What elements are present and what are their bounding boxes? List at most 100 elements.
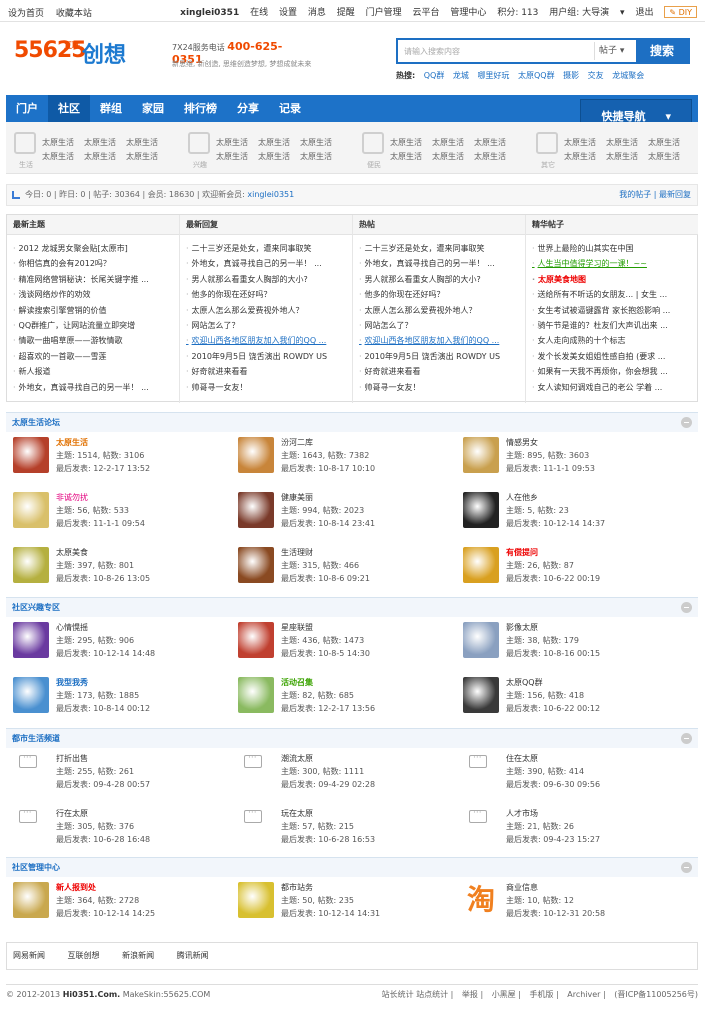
forum-last-post[interactable]: 最后发表: 10-6-22 00:19	[506, 573, 600, 585]
post-link[interactable]: 欢迎山西各地区朋友加入我们的QQ ...	[359, 333, 525, 348]
forum-last-post[interactable]: 最后发表: 10-6-22 00:12	[506, 703, 600, 715]
forum-item[interactable]: 太原QQ群 主题: 156, 帖数: 418 最后发表: 10-6-22 00:12	[463, 677, 683, 723]
post-link[interactable]: 太原人怎么那么爱费视外地人？	[186, 303, 352, 318]
forum-name[interactable]: 健康美丽	[281, 492, 313, 504]
post-link[interactable]: 情歌一曲唱草原——游牧情歌	[13, 333, 179, 348]
forum-name[interactable]: 商业信息	[506, 882, 538, 894]
forum-item[interactable]: 新人报到处 主题: 364, 帖数: 2728 最后发表: 10-12-14 14:…	[13, 882, 233, 928]
cloud-platform-link[interactable]: 云平台	[413, 8, 440, 18]
section-title[interactable]: 都市生活频道	[12, 734, 60, 743]
subnav-link[interactable]: 太原生活	[432, 136, 472, 150]
post-link[interactable]: 2010年9月5日 饶舌演出 ROWDY US	[359, 349, 525, 364]
credits-link[interactable]: 积分: 113	[497, 8, 538, 18]
forum-last-post[interactable]: 最后发表: 10-8-14 23:41	[281, 518, 375, 530]
subnav-link[interactable]: 太原生活	[606, 136, 646, 150]
subnav-link[interactable]: 太原生活	[474, 150, 514, 164]
forum-name[interactable]: 新人报到处	[56, 882, 96, 894]
collapse-icon[interactable]	[681, 862, 692, 873]
forum-name[interactable]: 行在太原	[56, 808, 88, 820]
hot-item[interactable]: 龙城	[453, 71, 469, 80]
footer-link[interactable]: (晋ICP备11005256号)	[614, 990, 698, 999]
footer-link[interactable]: Archiver	[567, 990, 600, 999]
forum-thumbnail[interactable]	[238, 882, 274, 918]
nav-groups[interactable]: 群组	[90, 95, 132, 122]
bookmark-link[interactable]: 收藏本站	[56, 9, 92, 19]
forum-last-post[interactable]: 最后发表: 10-6-28 16:53	[281, 834, 375, 846]
friend-link[interactable]: 新浪新闻	[122, 951, 154, 960]
subnav-link[interactable]: 太原生活	[432, 150, 472, 164]
forum-item[interactable]: 有偿提问 主题: 26, 帖数: 87 最后发表: 10-6-22 00:19	[463, 547, 683, 593]
post-link[interactable]: QQ群推广，让网站流量立即突增	[13, 318, 179, 333]
forum-thumbnail[interactable]	[13, 492, 49, 528]
forum-item[interactable]: 活动召集 主题: 82, 帖数: 685 最后发表: 12-2-17 13:56	[238, 677, 458, 723]
section-title[interactable]: 社区管理中心	[12, 863, 60, 872]
nav-share[interactable]: 分享	[227, 95, 269, 122]
friend-link[interactable]: 互联创想	[68, 951, 100, 960]
portal-admin-link[interactable]: 门户管理	[366, 8, 402, 18]
post-link[interactable]: 人生当中值得学习的一课！~~	[532, 256, 698, 271]
forum-thumbnail[interactable]	[463, 437, 499, 473]
subnav-link[interactable]: 太原生活	[648, 150, 688, 164]
nav-records[interactable]: 记录	[269, 95, 311, 122]
forum-last-post[interactable]: 最后发表: 10-6-28 16:48	[56, 834, 150, 846]
forum-name[interactable]: 太原QQ群	[506, 677, 543, 689]
forum-last-post[interactable]: 最后发表: 12-2-17 13:52	[56, 463, 150, 475]
forum-name[interactable]: 有偿提问	[506, 547, 538, 559]
forum-thumbnail[interactable]	[13, 622, 49, 658]
post-link[interactable]: 网站怎么了？	[359, 318, 525, 333]
post-link[interactable]: 解读搜索引擎营销的价值	[13, 303, 179, 318]
post-link[interactable]: 骑午节是谁的？杜友们大声讥出来 ...	[532, 318, 698, 333]
subnav-link[interactable]: 太原生活	[126, 150, 166, 164]
post-link[interactable]: 太原美食地图	[532, 272, 698, 287]
post-link[interactable]: 新人报道	[13, 364, 179, 379]
friend-link[interactable]: 腾讯新闻	[177, 951, 209, 960]
subnav-link[interactable]: 太原生活	[390, 150, 430, 164]
footer-link[interactable]: 手机版	[529, 990, 553, 999]
section-title[interactable]: 社区兴趣专区	[12, 603, 60, 612]
forum-name[interactable]: 住在太原	[506, 753, 538, 765]
post-link[interactable]: 欢迎山西各地区朋友加入我们的QQ ...	[186, 333, 352, 348]
forum-name[interactable]: 潮流太原	[281, 753, 313, 765]
forum-name[interactable]: 打折出售	[56, 753, 88, 765]
forum-name[interactable]: 太原美食	[56, 547, 88, 559]
post-link[interactable]: 精准网络营销秘诀：长尾关键字推 ...	[13, 272, 179, 287]
forum-thumbnail[interactable]	[238, 677, 274, 713]
post-link[interactable]: 世界上最险的山其实在中国	[532, 241, 698, 256]
diy-button[interactable]: ✎ DIY	[664, 6, 697, 18]
subnav-link[interactable]: 太原生活	[84, 150, 124, 164]
forum-item[interactable]: 我型我秀 主题: 173, 帖数: 1885 最后发表: 10-8-14 00:12	[13, 677, 233, 723]
forum-item[interactable]: 太原生活 主题: 1514, 帖数: 3106 最后发表: 12-2-17 13:5…	[13, 437, 233, 483]
post-link[interactable]: 2012 龙城男女聚会贴[太原市]	[13, 241, 179, 256]
forum-thumbnail[interactable]	[238, 492, 274, 528]
forum-name[interactable]: 情感男女	[506, 437, 538, 449]
notifications-link[interactable]: 提醒	[337, 8, 355, 18]
section-title[interactable]: 太原生活论坛	[12, 418, 60, 427]
post-link[interactable]: 你相信真的会有2012吗？	[13, 256, 179, 271]
forum-last-post[interactable]: 最后发表: 10-12-14 14:48	[56, 648, 155, 660]
forum-item[interactable]: 玩在太原主题: 57, 帖数: 215 最后发表: 10-6-28 16:53	[238, 808, 458, 854]
forum-name[interactable]: 都市站务	[281, 882, 313, 894]
forum-thumbnail[interactable]	[13, 437, 49, 473]
post-link[interactable]: 外地女，真诚寻找自己的另一半！ ...	[13, 380, 179, 395]
friend-link[interactable]: 网易新闻	[13, 951, 45, 960]
post-link[interactable]: 二十三岁还是处女，遭来同事取笑	[186, 241, 352, 256]
forum-item[interactable]: 非诚勿扰 主题: 56, 帖数: 533 最后发表: 11-1-1 09:54	[13, 492, 233, 538]
forum-item[interactable]: 心情愰摇 主题: 295, 帖数: 906 最后发表: 10-12-14 14:48	[13, 622, 233, 668]
forum-item[interactable]: 情感男女 主题: 895, 帖数: 3603 最后发表: 11-1-1 09:53	[463, 437, 683, 483]
forum-last-post[interactable]: 最后发表: 09-6-30 09:56	[506, 779, 600, 791]
forum-item[interactable]: 健康美丽 主题: 994, 帖数: 2023 最后发表: 10-8-14 23:41	[238, 492, 458, 538]
forum-last-post[interactable]: 最后发表: 10-12-31 20:58	[506, 908, 605, 920]
forum-name[interactable]: 心情愰摇	[56, 622, 88, 634]
forum-item[interactable]: 行在太原主题: 305, 帖数: 376 最后发表: 10-6-28 16:48	[13, 808, 233, 854]
post-link[interactable]: 网站怎么了？	[186, 318, 352, 333]
forum-last-post[interactable]: 最后发表: 10-12-14 14:37	[506, 518, 605, 530]
subnav-link[interactable]: 太原生活	[564, 150, 604, 164]
forum-thumbnail[interactable]	[13, 547, 49, 583]
settings-link[interactable]: 设置	[279, 8, 297, 18]
subnav-link[interactable]: 太原生活	[42, 150, 82, 164]
post-link[interactable]: 如果有一天我不再烦你，你会想我 ...	[532, 364, 698, 379]
forum-item[interactable]: 太原美食 主题: 397, 帖数: 801 最后发表: 10-8-26 13:05	[13, 547, 233, 593]
forum-item[interactable]: 汾河二库 主题: 1643, 帖数: 7382 最后发表: 10-8-17 10:1…	[238, 437, 458, 483]
post-link[interactable]: 帅哥寻一女友！	[186, 380, 352, 395]
forum-last-post[interactable]: 最后发表: 10-8-26 13:05	[56, 573, 150, 585]
